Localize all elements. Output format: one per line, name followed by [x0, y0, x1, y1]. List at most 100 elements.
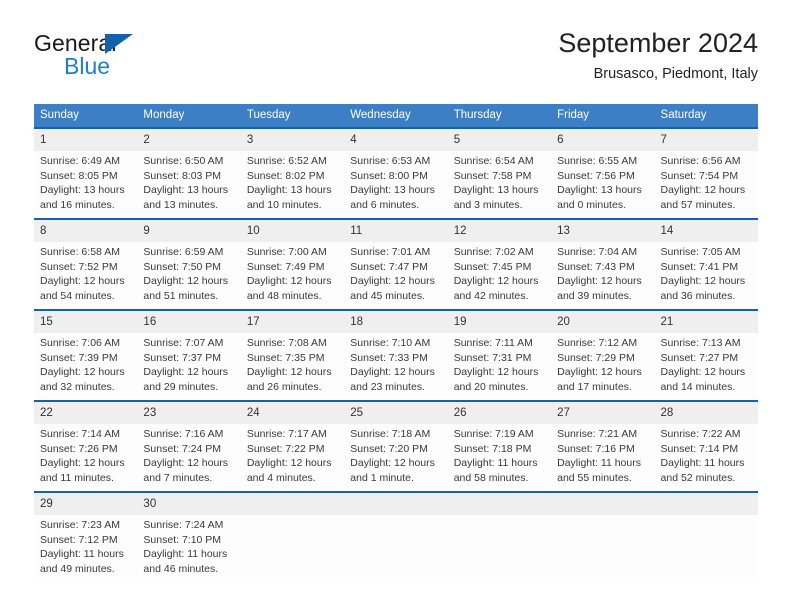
day-cell[interactable]: Sunrise: 7:12 AM Sunset: 7:29 PM Dayligh… — [551, 333, 654, 400]
day-cell[interactable]: Sunrise: 7:18 AM Sunset: 7:20 PM Dayligh… — [344, 424, 447, 491]
day-cell[interactable]: Sunrise: 7:00 AM Sunset: 7:49 PM Dayligh… — [241, 242, 344, 309]
day-number-empty — [448, 493, 551, 515]
day-number[interactable]: 15 — [34, 311, 137, 333]
day-number[interactable]: 22 — [34, 402, 137, 424]
daylight-text-line1: Daylight: 12 hours — [246, 366, 332, 379]
day-cell[interactable]: Sunrise: 7:16 AM Sunset: 7:24 PM Dayligh… — [137, 424, 240, 491]
day-number[interactable]: 17 — [241, 311, 344, 333]
day-cell[interactable]: Sunrise: 7:24 AM Sunset: 7:10 PM Dayligh… — [137, 515, 240, 582]
day-cell[interactable]: Sunrise: 7:07 AM Sunset: 7:37 PM Dayligh… — [137, 333, 240, 400]
day-number[interactable]: 23 — [137, 402, 240, 424]
daylight-text-line2: and 46 minutes. — [143, 562, 219, 575]
calendar-grid: Sunday Monday Tuesday Wednesday Thursday… — [34, 104, 758, 582]
daylight-text-line1: Daylight: 12 hours — [350, 457, 435, 470]
day-number[interactable]: 14 — [655, 220, 758, 242]
sunrise-text: Sunrise: 6:50 AM — [143, 155, 224, 167]
day-cell[interactable]: Sunrise: 7:23 AM Sunset: 7:12 PM Dayligh… — [34, 515, 137, 582]
weekday-header-sunday: Sunday — [40, 109, 80, 121]
daylight-text-line2: and 57 minutes. — [660, 198, 736, 211]
calendar-week-row: 15 16 17 18 19 20 21 Sunrise: 7:06 AM Su… — [34, 309, 758, 400]
day-number[interactable]: 19 — [448, 311, 551, 333]
day-cell[interactable]: Sunrise: 7:10 AM Sunset: 7:33 PM Dayligh… — [344, 333, 447, 400]
day-number[interactable]: 18 — [344, 311, 447, 333]
day-number[interactable]: 5 — [448, 129, 551, 151]
general-blue-logo: General Blue — [34, 26, 254, 88]
day-number[interactable]: 21 — [655, 311, 758, 333]
sunset-text: Sunset: 7:20 PM — [350, 442, 428, 455]
day-cell[interactable]: Sunrise: 7:11 AM Sunset: 7:31 PM Dayligh… — [448, 333, 551, 400]
day-number[interactable]: 29 — [34, 493, 137, 515]
day-number[interactable]: 30 — [137, 493, 240, 515]
daylight-text-line1: Daylight: 13 hours — [350, 184, 435, 197]
day-cell[interactable]: Sunrise: 7:08 AM Sunset: 7:35 PM Dayligh… — [241, 333, 344, 400]
day-cell[interactable]: Sunrise: 6:59 AM Sunset: 7:50 PM Dayligh… — [137, 242, 240, 309]
calendar-week-row: 8 9 10 11 12 13 14 Sunrise: 6:58 AM Suns… — [34, 218, 758, 309]
daylight-text-line2: and 51 minutes. — [143, 289, 219, 302]
daylight-text-line1: Daylight: 12 hours — [143, 457, 229, 470]
sunset-text: Sunset: 7:54 PM — [660, 169, 739, 182]
day-cell[interactable]: Sunrise: 7:22 AM Sunset: 7:14 PM Dayligh… — [655, 424, 758, 491]
day-number[interactable]: 9 — [137, 220, 240, 242]
sunrise-text: Sunrise: 6:52 AM — [246, 155, 327, 167]
day-cell[interactable]: Sunrise: 7:14 AM Sunset: 7:26 PM Dayligh… — [34, 424, 137, 491]
day-number[interactable]: 4 — [344, 129, 447, 151]
day-number[interactable]: 8 — [34, 220, 137, 242]
day-number[interactable]: 27 — [551, 402, 654, 424]
day-cell[interactable]: Sunrise: 7:21 AM Sunset: 7:16 PM Dayligh… — [551, 424, 654, 491]
daylight-text-line1: Daylight: 12 hours — [40, 366, 125, 379]
sunset-text: Sunset: 7:50 PM — [143, 260, 222, 273]
calendar-page: General Blue September 2024 Brusasco, Pi… — [0, 0, 792, 612]
day-cell[interactable]: Sunrise: 6:55 AM Sunset: 7:56 PM Dayligh… — [551, 151, 654, 218]
day-cell[interactable]: Sunrise: 7:01 AM Sunset: 7:47 PM Dayligh… — [344, 242, 447, 309]
day-number[interactable]: 20 — [551, 311, 654, 333]
sunrise-text: Sunrise: 7:10 AM — [350, 337, 431, 349]
day-number[interactable]: 16 — [137, 311, 240, 333]
sunset-text: Sunset: 7:18 PM — [453, 442, 532, 455]
day-cell[interactable]: Sunrise: 7:06 AM Sunset: 7:39 PM Dayligh… — [34, 333, 137, 400]
day-cell[interactable]: Sunrise: 6:54 AM Sunset: 7:58 PM Dayligh… — [448, 151, 551, 218]
sunset-text: Sunset: 7:52 PM — [40, 260, 118, 273]
daylight-text-line1: Daylight: 12 hours — [246, 275, 332, 288]
day-number[interactable]: 13 — [551, 220, 654, 242]
sunrise-text: Sunrise: 7:00 AM — [246, 246, 327, 258]
day-cell[interactable]: Sunrise: 6:56 AM Sunset: 7:54 PM Dayligh… — [655, 151, 758, 218]
day-number[interactable]: 11 — [344, 220, 447, 242]
day-cell[interactable]: Sunrise: 6:49 AM Sunset: 8:05 PM Dayligh… — [34, 151, 137, 218]
day-cell[interactable]: Sunrise: 7:05 AM Sunset: 7:41 PM Dayligh… — [655, 242, 758, 309]
calendar-week-row: 22 23 24 25 26 27 28 Sunrise: 7:14 AM Su… — [34, 400, 758, 491]
day-number[interactable]: 2 — [137, 129, 240, 151]
day-number[interactable]: 6 — [551, 129, 654, 151]
day-number[interactable]: 1 — [34, 129, 137, 151]
sunrise-text: Sunrise: 7:11 AM — [453, 337, 533, 349]
sunrise-text: Sunrise: 7:05 AM — [660, 246, 741, 258]
day-cell[interactable]: Sunrise: 7:19 AM Sunset: 7:18 PM Dayligh… — [448, 424, 551, 491]
day-cell[interactable]: Sunrise: 7:17 AM Sunset: 7:22 PM Dayligh… — [241, 424, 344, 491]
day-number[interactable]: 25 — [344, 402, 447, 424]
day-cell[interactable]: Sunrise: 6:53 AM Sunset: 8:00 PM Dayligh… — [344, 151, 447, 218]
sunrise-text: Sunrise: 6:53 AM — [350, 155, 431, 167]
day-number[interactable]: 28 — [655, 402, 758, 424]
day-number[interactable]: 26 — [448, 402, 551, 424]
calendar-week-row: 1 2 3 4 5 6 7 Sunrise: 6:49 AM Sunset: 8… — [34, 127, 758, 218]
day-number[interactable]: 10 — [241, 220, 344, 242]
sunrise-text: Sunrise: 6:58 AM — [40, 246, 120, 258]
sunset-text: Sunset: 7:24 PM — [143, 442, 222, 455]
daylight-text-line2: and 49 minutes. — [40, 562, 115, 575]
daylight-text-line2: and 54 minutes. — [40, 289, 115, 302]
day-cell[interactable]: Sunrise: 6:50 AM Sunset: 8:03 PM Dayligh… — [137, 151, 240, 218]
day-cell[interactable]: Sunrise: 6:58 AM Sunset: 7:52 PM Dayligh… — [34, 242, 137, 309]
day-number[interactable]: 12 — [448, 220, 551, 242]
day-number[interactable]: 7 — [655, 129, 758, 151]
day-cell[interactable]: Sunrise: 6:52 AM Sunset: 8:02 PM Dayligh… — [241, 151, 344, 218]
day-cell[interactable]: Sunrise: 7:02 AM Sunset: 7:45 PM Dayligh… — [448, 242, 551, 309]
day-number[interactable]: 24 — [241, 402, 344, 424]
daylight-text-line1: Daylight: 13 hours — [453, 184, 539, 197]
daylight-text-line2: and 29 minutes. — [143, 380, 219, 393]
sunrise-text: Sunrise: 6:59 AM — [143, 246, 224, 258]
day-number[interactable]: 3 — [241, 129, 344, 151]
day-cell[interactable]: Sunrise: 7:13 AM Sunset: 7:27 PM Dayligh… — [655, 333, 758, 400]
weekday-header-thursday: Thursday — [453, 109, 502, 121]
day-cell-empty — [344, 515, 447, 582]
day-cell[interactable]: Sunrise: 7:04 AM Sunset: 7:43 PM Dayligh… — [551, 242, 654, 309]
sunset-text: Sunset: 7:39 PM — [40, 351, 118, 364]
